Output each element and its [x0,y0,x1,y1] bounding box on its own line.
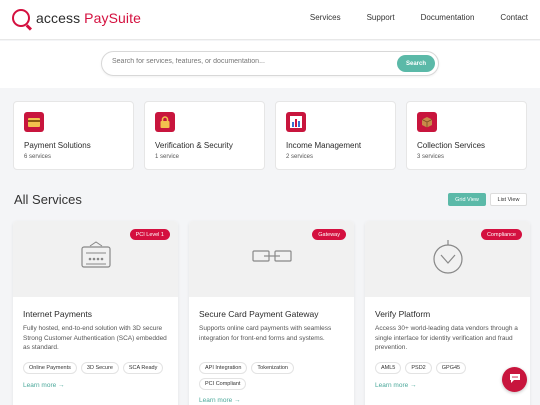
card-description: Access 30+ world-leading data vendors th… [375,325,518,351]
tag: AML5 [375,362,402,374]
card-title: Internet Payments [23,309,92,319]
package-icon [417,112,437,132]
learn-more-link[interactable]: Learn more → [23,382,65,389]
learn-more-link[interactable]: Learn more → [375,382,417,389]
card-image: Gateway [189,221,354,297]
logo-prefix: access [36,10,85,26]
list-view-button[interactable]: List View [490,193,527,206]
logo-brand-name: PaySuite [84,10,142,26]
tag: API Integration [199,362,248,374]
lock-icon [155,112,175,132]
nav-contact[interactable]: Contact [500,13,528,22]
status-badge: PCI Level 1 [129,229,170,240]
section-title: All Services [14,192,82,207]
tag-list: API Integration Tokenization PCI Complia… [199,362,349,394]
status-badge: Compliance [480,229,522,240]
tag: SCA Ready [122,362,164,374]
tag: Tokenization [251,362,294,374]
category-title: Verification & Security [155,141,233,150]
category-count: 2 services [286,154,314,160]
payment-terminal-icon [80,239,112,276]
card-description: Fully hosted, end-to-end solution with 3… [23,325,167,351]
top-header: access PaySuite Services Support Documen… [0,0,540,40]
verify-gauge-icon [431,239,465,280]
tag: PCI Compliant [199,378,247,390]
bar-chart-icon [286,112,306,132]
tag: PSD2 [405,362,432,374]
tag-list: Online Payments 3D Secure SCA Ready [23,362,173,378]
logo[interactable]: access PaySuite [12,9,141,27]
logo-q-icon [12,9,30,27]
logo-text: access PaySuite [36,10,141,26]
card-title: Verify Platform [375,309,431,319]
category-count: 1 service [155,154,180,160]
category-count: 6 services [24,154,52,160]
tag: GPG45 [435,362,467,374]
link-icon [251,249,292,268]
card-title: Secure Card Payment Gateway [199,309,319,319]
search-button[interactable]: Search [397,55,435,72]
grid-view-button[interactable]: Grid View [448,193,486,206]
credit-card-icon [24,112,44,132]
tag: Online Payments [23,362,77,374]
search-bar: Search [101,51,439,76]
category-payment-solutions[interactable]: Payment Solutions 6 services [13,101,134,170]
card-description: Supports online card payments with seaml… [199,325,332,342]
chat-bubble-icon [509,371,521,389]
nav-support[interactable]: Support [367,13,395,22]
main-nav: Services Support Documentation Contact [284,13,528,22]
search-section: Search [0,41,540,88]
tag: 3D Secure [80,362,119,374]
service-card-internet-payments[interactable]: PCI Level 1 Internet Payments Fully host… [13,221,178,405]
chat-button[interactable] [502,367,527,392]
category-title: Collection Services [417,141,486,150]
nav-services[interactable]: Services [310,13,341,22]
category-count: 3 services [417,154,445,160]
card-image: Compliance [365,221,530,297]
search-input[interactable] [112,58,382,65]
service-card-secure-card-gateway[interactable]: Gateway Secure Card Payment Gateway Supp… [189,221,354,405]
card-image: PCI Level 1 [13,221,178,297]
status-badge: Gateway [312,229,346,240]
category-title: Payment Solutions [24,141,91,150]
category-verification-security[interactable]: Verification & Security 1 service [144,101,265,170]
category-title: Income Management [286,141,362,150]
nav-documentation[interactable]: Documentation [421,13,475,22]
category-income-management[interactable]: Income Management 2 services [275,101,396,170]
category-collection-services[interactable]: Collection Services 3 services [406,101,527,170]
learn-more-link[interactable]: Learn more → [199,397,241,404]
